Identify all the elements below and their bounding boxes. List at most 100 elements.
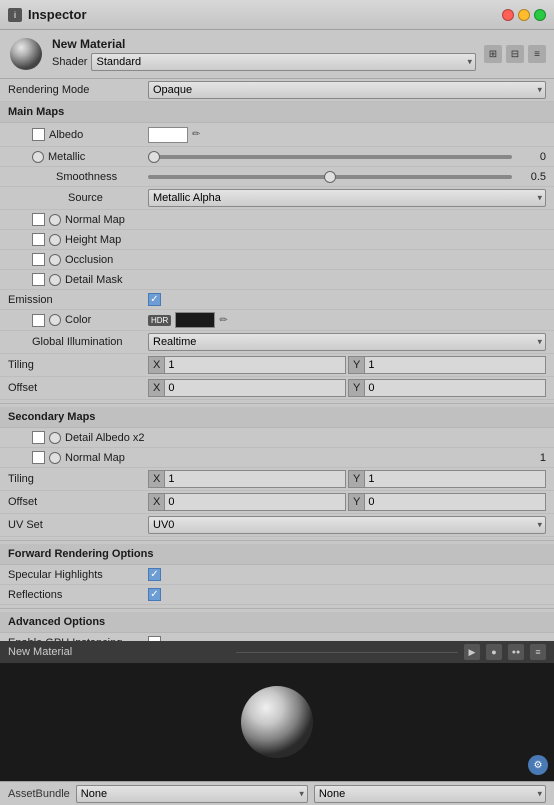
- secondary-maps-label: Secondary Maps: [8, 411, 95, 423]
- tiling2-x-input[interactable]: [164, 470, 346, 488]
- height-map-row: Height Map: [0, 230, 554, 250]
- preview-dots-btn[interactable]: ●●: [508, 644, 524, 660]
- tiling2-x-field: X: [148, 470, 346, 488]
- emission-pencil-icon[interactable]: ✏: [219, 315, 227, 326]
- height-map-checkbox[interactable]: [32, 233, 45, 246]
- tiling2-row: Tiling X Y: [0, 468, 554, 491]
- emission-checkbox[interactable]: [148, 293, 161, 306]
- close-button[interactable]: [502, 9, 514, 21]
- emission-color-checkbox[interactable]: [32, 314, 45, 327]
- offset1-label: Offset: [8, 382, 37, 394]
- source-select[interactable]: Metallic Alpha: [148, 189, 546, 207]
- normal-map-label: Normal Map: [65, 214, 125, 226]
- tiling1-x-field: X: [148, 356, 346, 374]
- smoothness-slider[interactable]: [148, 175, 512, 179]
- preview-play-btn[interactable]: ▶: [464, 644, 480, 660]
- forward-rendering-header: Forward Rendering Options: [0, 544, 554, 565]
- tiling1-x-input[interactable]: [164, 356, 346, 374]
- metallic-label-col: Metallic: [8, 151, 148, 163]
- inspector-content: Rendering Mode Opaque Main Maps Albedo: [0, 79, 554, 641]
- reflections-label-col: Reflections: [8, 589, 148, 601]
- albedo-pencil-icon[interactable]: ✏: [192, 129, 200, 140]
- metallic-slider[interactable]: [148, 155, 512, 159]
- detail-mask-checkbox[interactable]: [32, 273, 45, 286]
- preview-dot-btn[interactable]: ●: [486, 644, 502, 660]
- shader-select[interactable]: Standard: [91, 53, 476, 71]
- secondary-normal-value: 1: [516, 452, 546, 464]
- global-illum-label: Global Illumination: [32, 336, 123, 348]
- asset-bundle-select-wrap-2[interactable]: None: [314, 785, 546, 803]
- height-map-label-col: Height Map: [8, 233, 148, 246]
- normal-map-icon: [49, 214, 61, 226]
- shader-select-wrap[interactable]: Standard: [91, 53, 476, 71]
- occlusion-label-col: Occlusion: [8, 253, 148, 266]
- source-select-wrap[interactable]: Metallic Alpha: [148, 189, 546, 207]
- preview-settings-button[interactable]: ⚙: [528, 755, 548, 775]
- advanced-options-label: Advanced Options: [8, 616, 105, 628]
- detail-albedo-checkbox[interactable]: [32, 431, 45, 444]
- rendering-mode-select[interactable]: Opaque: [148, 81, 546, 99]
- material-info: New Material Shader Standard: [52, 37, 476, 71]
- asset-bundle-bar: AssetBundle None None: [0, 781, 554, 805]
- occlusion-icon: [49, 254, 61, 266]
- reflections-checkbox[interactable]: [148, 588, 161, 601]
- offset1-x-input[interactable]: [164, 379, 346, 397]
- rendering-mode-select-wrap[interactable]: Opaque: [148, 81, 546, 99]
- global-illum-select-wrap[interactable]: Realtime: [148, 333, 546, 351]
- global-illum-select[interactable]: Realtime: [148, 333, 546, 351]
- emission-color-icon: [49, 314, 61, 326]
- maximize-button[interactable]: [534, 9, 546, 21]
- offset1-label-col: Offset: [8, 382, 148, 394]
- emission-color-swatch[interactable]: [175, 312, 215, 328]
- header-icon-3[interactable]: ≡: [528, 45, 546, 63]
- occlusion-checkbox[interactable]: [32, 253, 45, 266]
- offset1-y-field: Y: [348, 379, 546, 397]
- preview-lines-btn[interactable]: ≡: [530, 644, 546, 660]
- header-icon-2[interactable]: ⊟: [506, 45, 524, 63]
- tiling1-y-input[interactable]: [364, 356, 546, 374]
- uv-set-select-wrap[interactable]: UV0: [148, 516, 546, 534]
- normal-map-row: Normal Map: [0, 210, 554, 230]
- secondary-normal-checkbox[interactable]: [32, 451, 45, 464]
- offset2-row: Offset X Y: [0, 491, 554, 514]
- emission-label-col: Emission: [8, 294, 148, 306]
- albedo-color-swatch[interactable]: [148, 127, 188, 143]
- material-name: New Material: [52, 37, 476, 51]
- emission-color-row: Color HDR ✏: [0, 310, 554, 331]
- detail-mask-icon: [49, 274, 61, 286]
- offset2-x-input[interactable]: [164, 493, 346, 511]
- tiling1-xy: X Y: [148, 356, 546, 374]
- detail-mask-label-col: Detail Mask: [8, 273, 148, 286]
- reflections-row: Reflections: [0, 585, 554, 605]
- offset2-y-input[interactable]: [364, 493, 546, 511]
- tiling1-value-col: X Y: [148, 356, 546, 374]
- asset-bundle-select-2[interactable]: None: [314, 785, 546, 803]
- occlusion-label: Occlusion: [65, 254, 113, 266]
- title-bar-left: i Inspector: [8, 7, 87, 22]
- tiling2-label: Tiling: [8, 473, 34, 485]
- source-value-col: Metallic Alpha: [148, 189, 546, 207]
- preview-panel: New Material ▶ ● ●● ≡ ⚙: [0, 641, 554, 781]
- minimize-button[interactable]: [518, 9, 530, 21]
- shader-row: Shader Standard: [52, 53, 476, 71]
- emission-label: Emission: [8, 294, 53, 306]
- secondary-normal-map-label-col: Normal Map: [8, 451, 148, 464]
- asset-bundle-select-1[interactable]: None: [76, 785, 308, 803]
- inspector-icon: i: [8, 8, 22, 22]
- normal-map-checkbox[interactable]: [32, 213, 45, 226]
- height-map-label: Height Map: [65, 234, 121, 246]
- tiling1-row: Tiling X Y: [0, 354, 554, 377]
- header-icon-1[interactable]: ⊞: [484, 45, 502, 63]
- tiling1-y-field: Y: [348, 356, 546, 374]
- offset1-y-input[interactable]: [364, 379, 546, 397]
- specular-checkbox[interactable]: [148, 568, 161, 581]
- tiling2-y-input[interactable]: [364, 470, 546, 488]
- albedo-value-col: ✏: [148, 127, 546, 143]
- main-maps-header: Main Maps: [0, 102, 554, 123]
- albedo-checkbox[interactable]: [32, 128, 45, 141]
- title-bar: i Inspector: [0, 0, 554, 30]
- source-row: Source Metallic Alpha: [0, 187, 554, 210]
- hdr-badge: HDR: [148, 315, 171, 326]
- asset-bundle-select-wrap-1[interactable]: None: [76, 785, 308, 803]
- uv-set-select[interactable]: UV0: [148, 516, 546, 534]
